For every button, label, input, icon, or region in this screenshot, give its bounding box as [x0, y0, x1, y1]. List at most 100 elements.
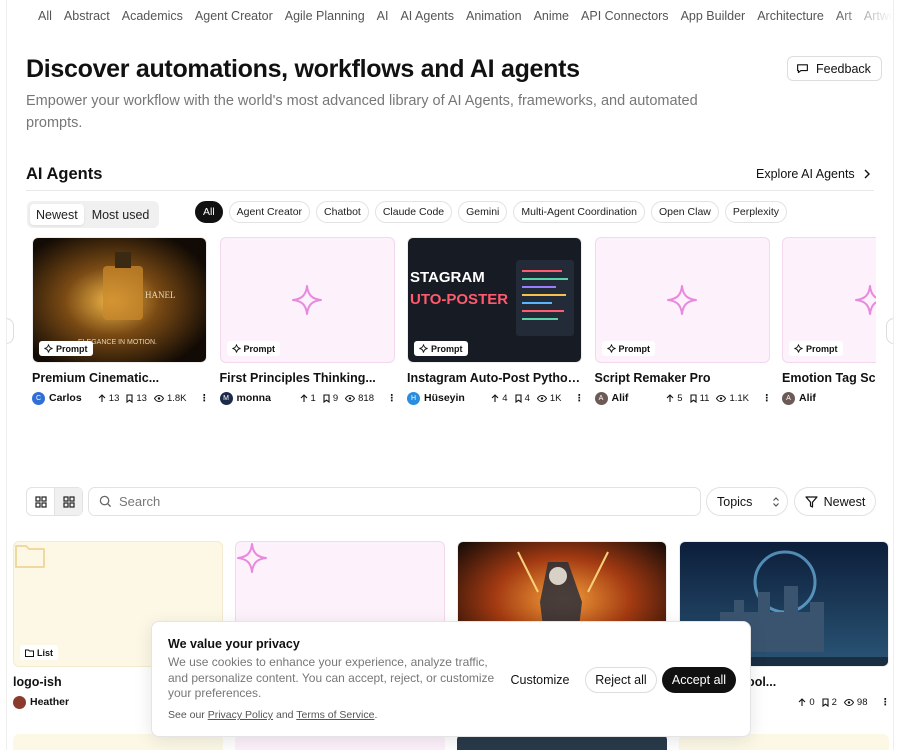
and-text: and	[275, 709, 294, 721]
search-icon	[99, 495, 112, 508]
upvote-count[interactable]: 4	[491, 392, 508, 404]
explore-ai-agents-link[interactable]: Explore AI Agents	[756, 167, 871, 181]
topics-select[interactable]: Topics	[706, 487, 788, 516]
search-input[interactable]	[119, 494, 679, 509]
category-link[interactable]: AI	[377, 9, 389, 23]
filter-chip[interactable]: All	[195, 201, 223, 223]
category-link[interactable]: Agent Creator	[195, 9, 273, 23]
category-link[interactable]: API Connectors	[581, 9, 669, 23]
sort-newest-tab[interactable]: Newest	[30, 204, 84, 225]
upvote-value: 13	[108, 392, 120, 404]
accept-all-button[interactable]: Accept all	[662, 667, 736, 693]
agent-card[interactable]: Prompt Emotion Tag Scri AAlif4	[782, 237, 876, 405]
explore-label: Explore AI Agents	[756, 167, 855, 181]
category-link[interactable]: Agile Planning	[285, 9, 365, 23]
compact-grid-view-button[interactable]	[54, 488, 82, 515]
filter-chip[interactable]: Multi-Agent Coordination	[513, 201, 645, 223]
avatar: C	[32, 391, 45, 405]
arrow-up-icon	[798, 697, 806, 706]
upvote-value: 1	[310, 392, 316, 404]
sort-most-used-tab[interactable]: Most used	[86, 204, 156, 225]
customize-button[interactable]: Customize	[502, 667, 578, 693]
privacy-policy-link[interactable]: Privacy Policy	[208, 709, 273, 721]
prompt-badge: Prompt	[789, 341, 843, 356]
filter-chip[interactable]: Agent Creator	[228, 201, 311, 223]
thumb-line: STAGRAM	[410, 269, 485, 286]
sparkle-icon	[237, 543, 267, 573]
arrow-up-icon	[491, 393, 499, 402]
upvote-count[interactable]: 1	[300, 393, 316, 404]
agent-card[interactable]: Prompt First Principles Thinking... Mmonna…	[219, 237, 396, 405]
reject-all-button[interactable]: Reject all	[585, 667, 657, 693]
topics-label: Topics	[717, 494, 753, 509]
filter-chip[interactable]: Claude Code	[374, 201, 453, 223]
save-count[interactable]: 4	[515, 393, 530, 404]
grid-view-button[interactable]	[27, 488, 54, 515]
avatar-letter: C	[35, 394, 42, 402]
carousel-prev-button[interactable]	[7, 318, 14, 344]
cookie-fine-print: See our Privacy Policy and Terms of Serv…	[168, 709, 377, 721]
category-link[interactable]: App Builder	[681, 9, 746, 23]
filter-chip[interactable]: Perplexity	[724, 201, 788, 223]
sort-label: Newest	[823, 494, 866, 509]
badge-label: Prompt	[243, 343, 276, 354]
agent-meta: AAlif4	[782, 391, 876, 405]
badge-label: Prompt	[806, 343, 838, 354]
see-our-text: See our	[168, 709, 205, 721]
feedback-button[interactable]: Feedback	[787, 56, 882, 81]
agent-card[interactable]: STAGRAM UTO-POSTER Prompt Instagram Auto-Po…	[407, 237, 584, 405]
category-link[interactable]: Abstract	[64, 9, 110, 23]
agent-meta: H Hüseyin 4 4 1K ⋮	[407, 391, 584, 405]
bookmark-icon	[126, 393, 133, 403]
more-options-icon[interactable]: ⋮	[575, 393, 584, 404]
save-value: 11	[699, 392, 710, 404]
grid-icon	[35, 495, 47, 508]
filter-chip[interactable]: Gemini	[458, 201, 508, 223]
feedback-label: Feedback	[816, 61, 871, 76]
view-value: 1.8K	[166, 392, 187, 404]
terms-of-service-link[interactable]: Terms of Service	[296, 709, 374, 721]
filter-icon	[805, 495, 818, 508]
more-options-icon[interactable]: ⋮	[200, 393, 209, 404]
category-link[interactable]: Animation	[466, 9, 522, 23]
upvote-count[interactable]: 13	[98, 392, 120, 404]
view-count: 1K	[536, 393, 562, 404]
message-icon	[797, 64, 808, 74]
sparkle-icon	[231, 344, 241, 353]
more-options-icon[interactable]: ⋮	[762, 393, 771, 404]
category-link[interactable]: Architecture	[757, 9, 824, 23]
save-count[interactable]: 13	[126, 393, 147, 404]
agent-meta: Mmonna 1 9 818 ⋮	[219, 391, 396, 405]
filter-chip[interactable]: Chatbot	[316, 201, 369, 223]
view-count: 1.8K	[153, 392, 187, 404]
save-count[interactable]: 9	[323, 393, 338, 404]
agent-card[interactable]: HANEL ELEGANCE IN MOTION. Prompt Premium Ci…	[32, 237, 209, 405]
upvote-count[interactable]: 5	[666, 393, 683, 404]
category-link[interactable]: Anime	[534, 9, 569, 23]
grid-dense-icon	[63, 495, 75, 508]
save-count[interactable]: 2	[822, 697, 837, 708]
filter-chip[interactable]: Open Claw	[650, 201, 719, 223]
save-count[interactable]: 11	[690, 392, 710, 404]
eye-icon	[843, 698, 854, 706]
category-link[interactable]: All	[38, 9, 52, 23]
avatar-letter: H	[410, 394, 417, 402]
eye-icon	[536, 394, 547, 402]
arrow-up-icon	[300, 393, 307, 402]
sparkle-icon	[794, 344, 803, 353]
cookie-consent-banner: We value your privacy We use cookies to …	[151, 621, 751, 737]
carousel-next-button[interactable]	[886, 318, 893, 344]
upvote-count[interactable]: 0	[798, 697, 815, 708]
period-text: .	[374, 709, 378, 721]
avatar-letter: A	[786, 394, 791, 402]
agent-card[interactable]: Prompt Script Remaker Pro A Alif 5 11 1.1K ⋮	[594, 237, 771, 405]
more-options-icon[interactable]: ⋮	[387, 393, 396, 404]
page-frame: All Abstract Academics Agent Creator Agile P…	[6, 0, 894, 750]
category-link[interactable]: Academics	[122, 9, 183, 23]
sort-newest-button[interactable]: Newest	[794, 487, 876, 516]
agent-title: Emotion Tag Scri	[782, 371, 876, 385]
strip-fade	[833, 0, 893, 32]
upvote-value: 4	[502, 392, 508, 404]
category-link[interactable]: AI Agents	[400, 9, 454, 23]
more-options-icon[interactable]: ⋮	[881, 697, 890, 708]
